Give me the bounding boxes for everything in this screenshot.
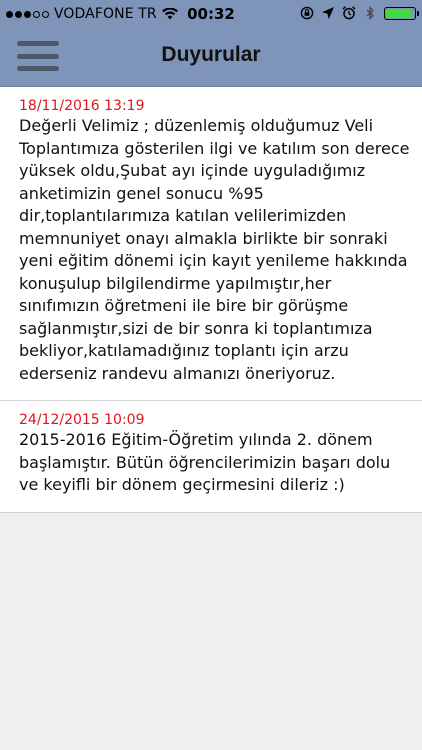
announcement-item[interactable]: 24/12/2015 10:09 2015-2016 Eğitim-Öğreti… <box>0 401 422 512</box>
rotation-lock-icon <box>300 6 314 20</box>
page-title: Duyurular <box>161 43 261 66</box>
announcement-item[interactable]: 18/11/2016 13:19 Değerli Velimiz ; düzen… <box>0 87 422 401</box>
status-bar: VODAFONE TR 00:32 <box>0 0 422 30</box>
announcement-list: 18/11/2016 13:19 Değerli Velimiz ; düzen… <box>0 87 422 513</box>
status-right <box>300 6 419 20</box>
alarm-clock-icon <box>342 6 356 20</box>
navigation-bar: Duyurular <box>0 30 422 87</box>
announcement-text: Değerli Velimiz ; düzenlemiş olduğumuz V… <box>19 116 410 383</box>
location-arrow-icon <box>321 6 335 20</box>
announcement-date: 24/12/2015 10:09 <box>19 412 145 428</box>
bluetooth-icon <box>363 6 377 20</box>
announcement-text: 2015-2016 Eğitim-Öğretim yılında 2. döne… <box>19 430 391 494</box>
battery-level <box>386 8 412 18</box>
battery-icon <box>384 6 419 20</box>
announcement-date: 18/11/2016 13:19 <box>19 98 145 114</box>
